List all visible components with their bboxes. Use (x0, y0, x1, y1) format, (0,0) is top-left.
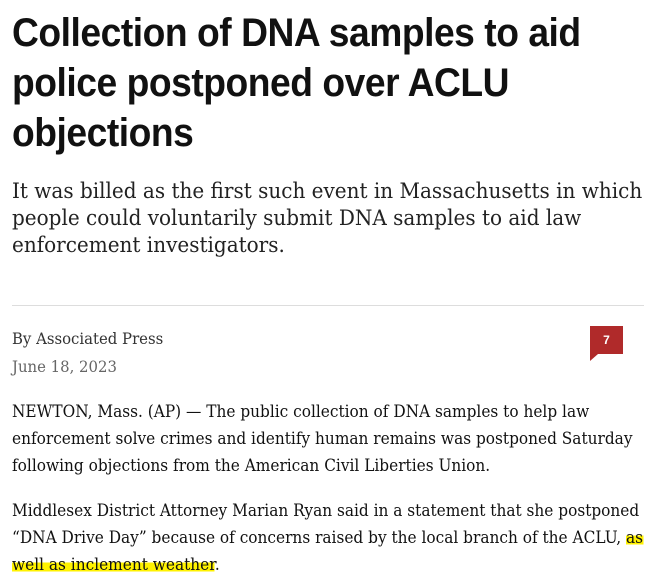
comment-count: 7 (603, 333, 610, 347)
paragraph-text: Middlesex District Attorney Marian Ryan … (12, 501, 640, 547)
divider (12, 305, 644, 306)
article-subheadline: It was billed as the first such event in… (12, 179, 643, 258)
paragraph-end: . (214, 555, 220, 574)
article-header: Collection of DNA samples to aid police … (12, 0, 644, 259)
article-headline: Collection of DNA samples to aid police … (12, 11, 581, 155)
article-date: June 18, 2023 (12, 357, 117, 376)
comment-count-button[interactable]: 7 (590, 326, 623, 361)
article-paragraph: Middlesex District Attorney Marian Ryan … (12, 497, 644, 578)
article-byline[interactable]: By Associated Press (12, 329, 163, 349)
comment-bubble-tail (590, 354, 598, 361)
article-paragraph: NEWTON, Mass. (AP) — The public collecti… (12, 402, 633, 475)
